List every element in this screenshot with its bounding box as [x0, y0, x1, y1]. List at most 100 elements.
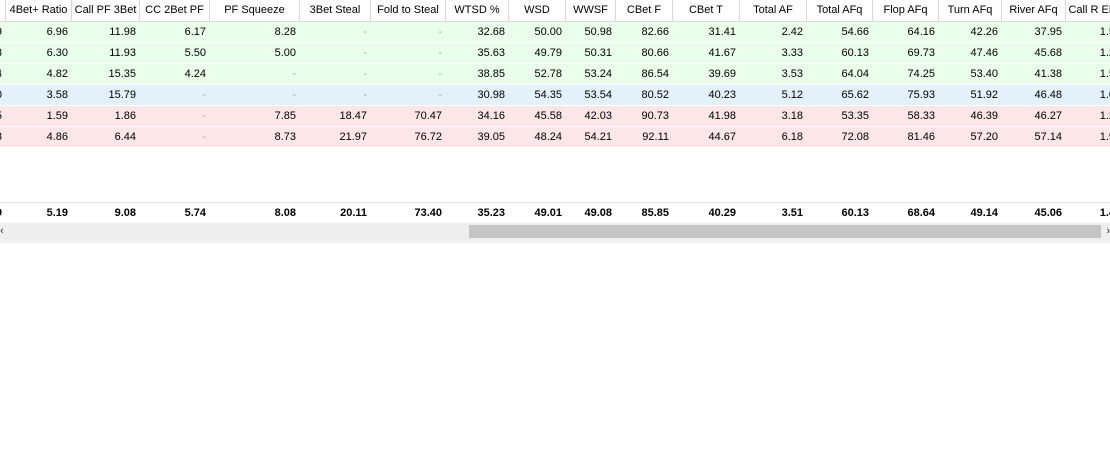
- total-fold-to-steal: 73.40: [414, 207, 442, 219]
- cell-4bet-ratio: 6.96: [46, 26, 68, 38]
- panel-splitter[interactable]: ......: [0, 238, 1110, 244]
- cell-pf-squeeze: 8.73: [274, 131, 296, 143]
- column-header-wtsd[interactable]: WTSD %: [446, 0, 509, 21]
- cell-wtsd: 30.98: [477, 89, 505, 101]
- total-cbet-f: 85.85: [641, 207, 669, 219]
- total-3bet-steal: 20.11: [340, 207, 367, 219]
- cell-fold-to-steal: -: [438, 47, 442, 59]
- totals-row: 95.199.085.748.0820.1173.4035.2349.0149.…: [0, 202, 1110, 223]
- cell-wwsf: 53.24: [584, 68, 612, 80]
- cell-wsd: 50.00: [534, 26, 562, 38]
- cell-wwsf: 50.98: [584, 26, 612, 38]
- grid-body: 96.9611.986.178.28--32.6850.0050.9882.66…: [0, 22, 1110, 148]
- cell-turn-afq: 57.20: [970, 131, 998, 143]
- column-header-total-afq[interactable]: Total AFq: [807, 0, 873, 21]
- column-header-cbet-f[interactable]: CBet F: [616, 0, 673, 21]
- total-call-r-ef: 1.4: [1099, 207, 1110, 219]
- cell-fold-to-steal: -: [438, 89, 442, 101]
- cell-cbet-f: 92.11: [642, 131, 669, 143]
- cell-river-afq: 41.38: [1034, 68, 1062, 80]
- cell-cbet-f: 80.52: [641, 89, 669, 101]
- cell-wwsf: 50.31: [584, 47, 612, 59]
- cell-turn-afq: 47.46: [970, 47, 998, 59]
- cell-4bet-ratio: 6.30: [46, 47, 68, 59]
- cell-wtsd: 34.16: [477, 110, 505, 122]
- cell-4bet-ratio: 3.58: [46, 89, 68, 101]
- cell-3bet-steal: -: [363, 26, 367, 38]
- cell-river-afq: 45.68: [1034, 47, 1062, 59]
- cell-cc-2bet-pf: -: [202, 131, 206, 143]
- cell-total-afq: 54.66: [841, 26, 869, 38]
- table-row[interactable]: 44.8215.354.24---38.8552.7853.2486.5439.…: [0, 64, 1110, 85]
- cell-wsd: 48.24: [534, 131, 562, 143]
- cell-wwsf: 54.21: [584, 131, 612, 143]
- column-header-wwsf[interactable]: WWSF: [566, 0, 616, 21]
- cell-call-r-ef: 1.2: [1099, 110, 1110, 122]
- cell-pf-squeeze: -: [292, 68, 296, 80]
- column-header-pf-squeeze[interactable]: PF Squeeze: [210, 0, 300, 21]
- column-header-river-afq[interactable]: River AFq: [1002, 0, 1066, 21]
- cell-river-afq: 57.14: [1034, 131, 1062, 143]
- table-row[interactable]: 34.866.44-8.7321.9776.7239.0548.2454.219…: [0, 127, 1110, 148]
- cell-river-afq: 46.48: [1034, 89, 1062, 101]
- column-header-call-pf-3bet[interactable]: Call PF 3Bet: [72, 0, 140, 21]
- splitter-grip-icon[interactable]: ......: [541, 238, 560, 244]
- column-header-cbet-t[interactable]: CBet T: [673, 0, 740, 21]
- cell-pf-squeeze: 8.28: [274, 26, 296, 38]
- cell-cbet-t: 40.23: [708, 89, 736, 101]
- cell-call-pf-3bet: 15.79: [108, 89, 136, 101]
- cell-cbet-f: 80.66: [641, 47, 669, 59]
- cell-total-af: 3.33: [781, 47, 803, 59]
- table-row[interactable]: 51.591.86-7.8518.4770.4734.1645.5842.039…: [0, 106, 1110, 127]
- cell-wwsf: 42.03: [584, 110, 612, 122]
- cell-3bet-steal: -: [363, 89, 367, 101]
- cell-call-pf-3bet: 15.35: [108, 68, 136, 80]
- total-pf-squeeze: 8.08: [274, 207, 296, 219]
- cell-fold-to-steal: 70.47: [414, 110, 442, 122]
- total-cbet-t: 40.29: [708, 207, 736, 219]
- total-total-afq: 60.13: [841, 207, 869, 219]
- cell-call-r-ef: 1.5: [1099, 68, 1110, 80]
- cell-wtsd: 35.63: [477, 47, 505, 59]
- total-wwsf: 49.08: [584, 207, 612, 219]
- cell-call-pf-3bet: 11.98: [109, 26, 136, 38]
- column-header-turn-afq[interactable]: Turn AFq: [939, 0, 1002, 21]
- cell-total-af: 3.53: [781, 68, 803, 80]
- cell-river-afq: 37.95: [1034, 26, 1062, 38]
- column-header-wsd[interactable]: WSD: [509, 0, 566, 21]
- column-header-fold-to-steal[interactable]: Fold to Steal: [371, 0, 446, 21]
- column-header-cc-2bet-pf[interactable]: CC 2Bet PF: [140, 0, 210, 21]
- cell-flop-afq: 81.46: [907, 131, 935, 143]
- cell-flop-afq: 75.93: [907, 89, 935, 101]
- cell-call-pf-3bet: 6.44: [114, 131, 136, 143]
- cell-call-r-ef: 1.5: [1099, 26, 1110, 38]
- column-header-4bet-ratio[interactable]: 4Bet+ Ratio: [6, 0, 72, 21]
- column-header-flop-afq[interactable]: Flop AFq: [873, 0, 939, 21]
- table-row[interactable]: 96.9611.986.178.28--32.6850.0050.9882.66…: [0, 22, 1110, 43]
- cell-pf-squeeze: 5.00: [274, 47, 296, 59]
- cell-cbet-f: 82.66: [641, 26, 669, 38]
- scroll-left-arrow-icon[interactable]: ‹: [0, 223, 10, 240]
- table-row[interactable]: 03.5815.79----30.9854.3553.5480.5240.235…: [0, 85, 1110, 106]
- cell-4bet-ratio: 4.86: [46, 131, 68, 143]
- cell-cbet-f: 86.54: [641, 68, 669, 80]
- cell-turn-afq: 42.26: [970, 26, 998, 38]
- total-cc-2bet-pf: 5.74: [184, 207, 206, 219]
- cell-3bet-steal: 18.47: [339, 110, 367, 122]
- column-header-call-r-ef[interactable]: Call R EF: [1066, 0, 1110, 21]
- column-header-3bet-steal[interactable]: 3Bet Steal: [300, 0, 371, 21]
- scrollbar-thumb[interactable]: [469, 225, 1101, 238]
- column-header-row: 4Bet+ Ratio Call PF 3Bet CC 2Bet PF PF Sque…: [0, 0, 1110, 22]
- cell-turn-afq: 46.39: [970, 110, 998, 122]
- column-header-total-af[interactable]: Total AF: [740, 0, 807, 21]
- cell-fold-to-steal: -: [438, 26, 442, 38]
- grid-cells: 4Bet+ Ratio Call PF 3Bet CC 2Bet PF PF Sque…: [0, 0, 1110, 219]
- cell-4bet-ratio: 4.82: [46, 68, 68, 80]
- table-row[interactable]: 36.3011.935.505.00--35.6349.7950.3180.66…: [0, 43, 1110, 64]
- cell-cbet-t: 44.67: [708, 131, 736, 143]
- total-total-af: 3.51: [781, 207, 803, 219]
- scroll-right-arrow-icon[interactable]: ›: [1100, 223, 1110, 240]
- total-river-afq: 45.06: [1034, 207, 1062, 219]
- cell-total-af: 3.18: [781, 110, 803, 122]
- cell-cbet-t: 41.67: [708, 47, 736, 59]
